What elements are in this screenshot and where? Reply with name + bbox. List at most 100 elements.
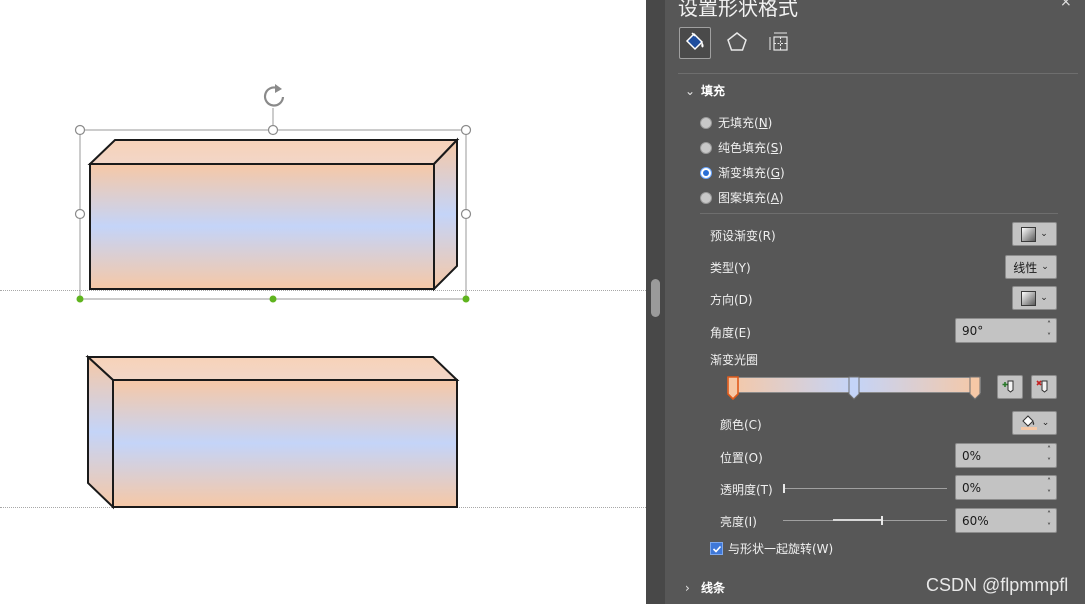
brightness-slider-thumb[interactable] xyxy=(881,516,884,525)
pane-title: 设置形状格式 xyxy=(678,0,798,20)
chevron-down-icon: ⌄ xyxy=(1040,229,1048,239)
spinner-arrows[interactable]: ˄ ˅ xyxy=(1045,445,1053,466)
rotate-with-shape-option[interactable]: 与形状一起旋转(W) xyxy=(710,540,833,557)
cuboid-top-face[interactable] xyxy=(87,139,460,165)
rotate-icon[interactable] xyxy=(263,84,285,107)
spinner-arrows[interactable]: ˄ ˅ xyxy=(1045,510,1053,531)
resize-handle[interactable] xyxy=(267,124,279,136)
add-gradient-stop-button[interactable] xyxy=(997,375,1023,399)
close-pane-button[interactable]: × xyxy=(1060,0,1072,10)
format-shape-pane: 设置形状格式 ˅ × ⌄ 填充 无填充(N) 纯色填充(S) 渐变填充(G) 图… xyxy=(665,0,1085,604)
radio-gradient-fill[interactable]: 渐变填充(G) xyxy=(700,164,785,181)
direction-dropdown[interactable]: ⌄ xyxy=(1012,286,1057,310)
radio-no-fill[interactable]: 无填充(N) xyxy=(700,114,772,131)
radio-label: 无填充(N) xyxy=(718,116,773,130)
gradient-swatch-icon xyxy=(1021,226,1037,242)
rotate-with-shape-checkbox[interactable] xyxy=(710,542,723,555)
transparency-slider-track[interactable] xyxy=(783,488,947,489)
pane-splitter[interactable] xyxy=(646,0,665,604)
brightness-slider-fill xyxy=(833,519,882,521)
gradient-stop-marker[interactable] xyxy=(969,376,981,400)
type-value: 线性 xyxy=(1013,260,1038,275)
rotate-with-shape-label: 与形状一起旋转(W) xyxy=(728,542,834,556)
radio-button[interactable] xyxy=(700,141,712,154)
slide-canvas[interactable] xyxy=(0,0,646,604)
chevron-down-icon[interactable]: ˅ xyxy=(1047,457,1051,466)
connection-handle[interactable] xyxy=(462,295,470,303)
tab-size-properties[interactable] xyxy=(763,27,795,59)
position-spinner[interactable]: 0% ˄ ˅ xyxy=(955,443,1057,468)
type-dropdown[interactable]: 线性 ⌄ xyxy=(1005,255,1057,279)
gradient-stop-marker[interactable] xyxy=(848,376,860,400)
fill-section-title: 填充 xyxy=(701,84,726,98)
brightness-value: 60% xyxy=(962,514,989,528)
connection-handle[interactable] xyxy=(76,295,84,303)
cuboid-side-face[interactable] xyxy=(433,137,458,292)
chevron-down-icon[interactable]: ˅ xyxy=(1047,522,1051,531)
chevron-up-icon[interactable]: ˄ xyxy=(1047,477,1051,486)
spinner-arrows[interactable]: ˄ ˅ xyxy=(1045,477,1053,498)
brightness-spinner[interactable]: 60% ˄ ˅ xyxy=(955,508,1057,533)
chevron-down-icon: ⌄ xyxy=(685,83,696,98)
shapes-layer xyxy=(74,84,472,510)
preset-gradient-label: 预设渐变(R) xyxy=(710,229,776,243)
chevron-up-icon[interactable]: ˄ xyxy=(1047,445,1051,454)
transparency-slider-thumb[interactable] xyxy=(783,484,785,493)
gradient-stop-marker[interactable] xyxy=(727,376,739,400)
size-layout-icon xyxy=(768,31,790,56)
cuboid-side-face[interactable] xyxy=(87,354,114,510)
chevron-right-icon: › xyxy=(685,580,690,595)
gradient-stops-label: 渐变光圈 xyxy=(710,353,759,367)
radio-pattern-fill[interactable]: 图案填充(A) xyxy=(700,189,784,206)
brightness-label: 亮度(I) xyxy=(720,515,757,529)
scrollbar-thumb[interactable] xyxy=(651,279,660,317)
current-color-bar xyxy=(1020,426,1037,430)
add-gradient-stop-icon xyxy=(1002,378,1018,397)
direction-label: 方向(D) xyxy=(710,293,753,307)
angle-spinner[interactable]: 90° ˄ ˅ xyxy=(955,318,1057,343)
remove-gradient-stop-icon xyxy=(1036,378,1052,397)
chevron-up-icon[interactable]: ˄ xyxy=(1047,320,1051,329)
cuboid-shape-selected[interactable] xyxy=(87,137,460,292)
chevron-down-icon[interactable]: ˅ xyxy=(1047,489,1051,498)
transparency-spinner[interactable]: 0% ˄ ˅ xyxy=(955,475,1057,500)
watermark: CSDN @flpmmpfl xyxy=(926,575,1069,595)
resize-handle[interactable] xyxy=(74,208,86,220)
tab-divider xyxy=(678,73,1078,74)
transparency-value: 0% xyxy=(962,481,982,495)
angle-value: 90° xyxy=(962,324,984,338)
chevron-down-icon[interactable]: ˅ xyxy=(1047,332,1051,341)
position-label: 位置(O) xyxy=(720,451,763,465)
preset-gradient-dropdown[interactable]: ⌄ xyxy=(1012,222,1057,246)
chevron-up-icon[interactable]: ˄ xyxy=(1047,510,1051,519)
angle-label: 角度(E) xyxy=(710,326,751,340)
checkmark-icon xyxy=(712,545,721,553)
resize-handle[interactable] xyxy=(74,124,86,136)
collapse-pane-button[interactable]: ˅ xyxy=(1019,0,1026,10)
radio-button[interactable] xyxy=(700,191,712,204)
radio-solid-fill[interactable]: 纯色填充(S) xyxy=(700,139,783,156)
color-label: 颜色(C) xyxy=(720,418,762,432)
pentagon-icon xyxy=(726,31,748,56)
radio-label: 图案填充(A) xyxy=(718,191,784,205)
radio-button[interactable] xyxy=(700,116,712,129)
position-value: 0% xyxy=(962,449,982,463)
tab-fill-line[interactable] xyxy=(679,27,711,59)
line-section-title: 线条 xyxy=(701,581,726,595)
color-picker-dropdown[interactable]: ⌄ xyxy=(1012,411,1057,435)
fill-section-header[interactable]: ⌄ 填充 xyxy=(685,82,725,99)
cuboid-front-face[interactable] xyxy=(89,163,435,290)
cuboid-shape[interactable] xyxy=(85,354,460,510)
connection-handle[interactable] xyxy=(269,295,277,303)
spinner-arrows[interactable]: ˄ ˅ xyxy=(1045,320,1053,341)
resize-handle[interactable] xyxy=(460,124,472,136)
resize-handle[interactable] xyxy=(460,208,472,220)
cuboid-top-face[interactable] xyxy=(85,356,460,381)
cuboid-front-face[interactable] xyxy=(112,379,458,508)
radio-button-checked[interactable] xyxy=(700,166,712,179)
chevron-down-icon: ⌄ xyxy=(1040,293,1048,303)
section-divider xyxy=(700,213,1058,214)
remove-gradient-stop-button[interactable] xyxy=(1031,375,1057,399)
line-section-header[interactable]: › 线条 xyxy=(685,579,725,596)
tab-effects[interactable] xyxy=(721,27,753,59)
